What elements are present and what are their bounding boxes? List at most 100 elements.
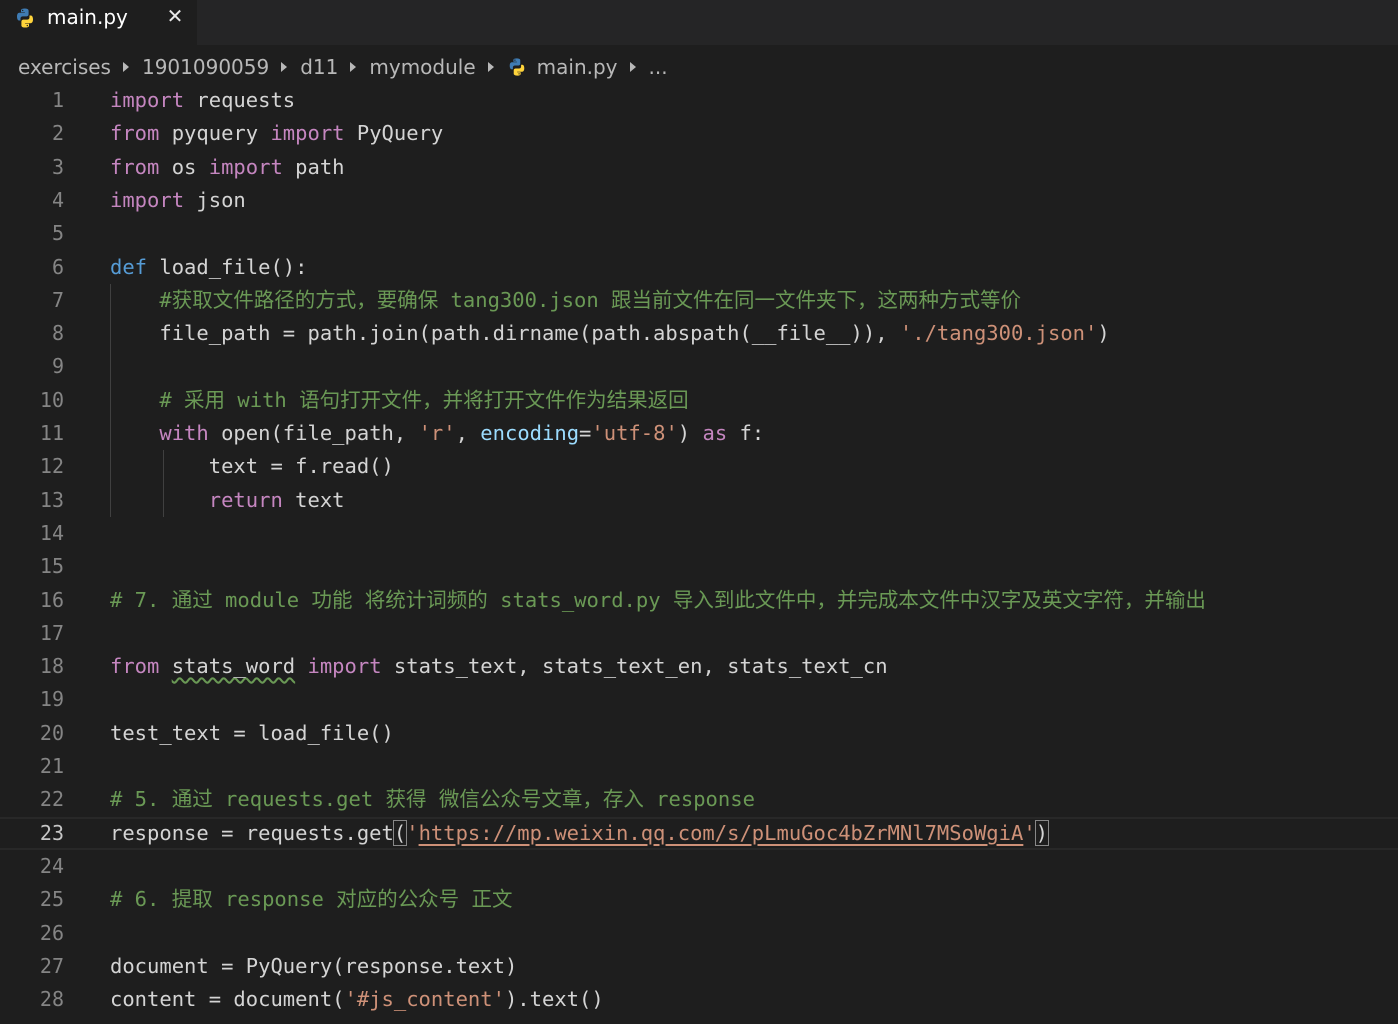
code-text: from os import path [110,151,345,184]
line-number: 18 [39,654,64,679]
code-line[interactable]: 22 # 5. 通过 requests.get 获得 微信公众号文章，存入 res… [0,783,1398,816]
code-token: from [110,121,160,146]
breadcrumb: exercises 1901090059 d11 mymodule main.p… [18,52,668,82]
code-token: = [579,421,592,445]
code-token: response = requests.get [110,820,394,845]
code-text: document = PyQuery(response.text) [110,950,517,983]
chevron-right-icon [487,62,494,72]
chevron-right-icon [350,62,357,72]
code-line[interactable]: 20 test_text = load_file() [0,717,1398,750]
code-text: file_path = path.join(path.dirname(path.… [110,317,1109,350]
code-token: , [455,421,481,445]
code-line[interactable]: 19 [0,683,1398,716]
code-token: './tang300.json' [899,321,1098,346]
code-line[interactable]: 5 [0,217,1398,250]
code-text: # 7. 通过 module 功能 将统计词频的 stats_word.py 导… [110,584,1206,617]
breadcrumb-item-file[interactable]: main.py [537,52,618,82]
code-line[interactable]: 7 #获取文件路径的方式，要确保 tang300.json 跟当前文件在同一文件… [0,284,1398,317]
code-token: from [110,654,160,679]
line-number: 16 [39,587,64,612]
python-icon [17,8,33,28]
code-token: #获取文件路径的方式，要确保 tang300.json 跟当前文件在同一文件夹下… [110,287,1021,312]
code-line[interactable]: 12 text = f.read() [0,450,1398,483]
code-line[interactable]: 24 [0,850,1398,883]
code-editor[interactable]: 1 import requests 2 from pyquery import PyQ… [0,84,1398,1024]
code-line[interactable]: 9 [0,350,1398,383]
code-line[interactable]: 11 with open(file_path, 'r', encoding='u… [0,417,1398,450]
code-line[interactable]: 2 from pyquery import PyQuery [0,117,1398,150]
code-text: response = requests.get('https://mp.weix… [110,819,1050,848]
code-line[interactable]: 16 # 7. 通过 module 功能 将统计词频的 stats_word.py… [0,584,1398,617]
code-line[interactable]: 18 from stats_word import stats_text, sta… [0,650,1398,683]
code-line[interactable]: 25 # 6. 提取 response 对应的公众号 正文 [0,883,1398,916]
code-token: # 5. 通过 requests.get 获得 微信公众号文章，存入 respo… [110,787,755,812]
code-line[interactable]: 14 [0,517,1398,550]
code-token: import [110,187,185,212]
code-token: import [110,88,185,112]
code-token: content = document( [110,987,345,1012]
line-number: 6 [51,254,64,279]
line-number: 21 [39,754,64,778]
code-token: f: [727,421,765,445]
code-token: stats_text, stats_text_en, stats_text_cn [381,654,888,679]
code-text: import requests [110,84,295,117]
code-token: import [307,654,382,679]
breadcrumb-item-mymodule[interactable]: mymodule [369,52,475,82]
code-token: import [270,121,345,146]
chevron-right-icon [281,62,288,72]
code-token: from [110,154,160,179]
code-text: # 6. 提取 response 对应的公众号 正文 [110,883,512,916]
code-token: stats_word [171,654,296,679]
code-line[interactable]: 17 [0,617,1398,650]
line-number: 8 [51,321,64,346]
code-token: # 采用 with 语句打开文件，并将打开文件作为结果返回 [110,387,689,412]
code-text: # 采用 with 语句打开文件，并将打开文件作为结果返回 [110,384,689,417]
code-line[interactable]: 4 import json [0,184,1398,217]
code-line[interactable]: 21 [0,750,1398,783]
code-token: PyQuery [344,121,444,146]
tab-label: main.py [47,5,128,29]
code-token: def [110,254,148,279]
code-line[interactable]: 1 import requests [0,84,1398,117]
breadcrumb-item-exercises[interactable]: exercises [18,52,111,82]
code-text: content = document('#js_content').text() [110,983,604,1016]
code-line[interactable]: 26 [0,917,1398,950]
code-token: ' [1023,820,1036,845]
line-number: 25 [39,887,64,912]
close-icon[interactable]: ✕ [162,2,188,30]
line-number: 28 [39,987,64,1012]
code-text: test_text = load_file() [110,717,394,750]
code-token: ) [677,421,703,445]
code-token: as [702,421,728,445]
code-line[interactable]: 15 [0,550,1398,583]
code-line[interactable]: 6 def load_file(): [0,251,1398,284]
code-token: file_path = path.join(path.dirname(path.… [110,321,900,346]
breadcrumb-item-d11[interactable]: d11 [300,52,338,82]
code-text: from stats_word import stats_text, stats… [110,650,888,683]
code-line[interactable]: 13 return text [0,484,1398,517]
chevron-right-icon [122,62,129,72]
code-text: def load_file(): [110,251,307,284]
line-number: 11 [39,421,64,445]
breadcrumb-more[interactable]: ... [649,52,668,82]
line-number: 17 [39,620,64,645]
code-line[interactable]: 3 from os import path [0,151,1398,184]
code-line[interactable]: 8 file_path = path.join(path.dirname(pat… [0,317,1398,350]
tab-main-py[interactable]: main.py ✕ [0,0,197,45]
code-token: # 7. 通过 module 功能 将统计词频的 stats_word.py 导… [110,587,1206,612]
code-text: text = f.read() [110,450,394,483]
line-number: 7 [51,287,64,312]
code-line[interactable]: 27 document = PyQuery(response.text) [0,950,1398,983]
code-line[interactable]: 28 content = document('#js_content').text… [0,983,1398,1016]
code-token: text [282,487,345,512]
breadcrumb-item-student-id[interactable]: 1901090059 [142,52,269,82]
line-number: 26 [39,920,64,945]
code-token: ( [392,819,408,846]
line-number: 22 [39,787,64,812]
tab-bar: main.py ✕ [0,0,1398,45]
code-line[interactable]: 23 response = requests.get('https://mp.we… [0,816,1398,850]
code-text: # 5. 通过 requests.get 获得 微信公众号文章，存入 respo… [110,783,755,816]
code-line[interactable]: 10 # 采用 with 语句打开文件，并将打开文件作为结果返回 [0,384,1398,417]
